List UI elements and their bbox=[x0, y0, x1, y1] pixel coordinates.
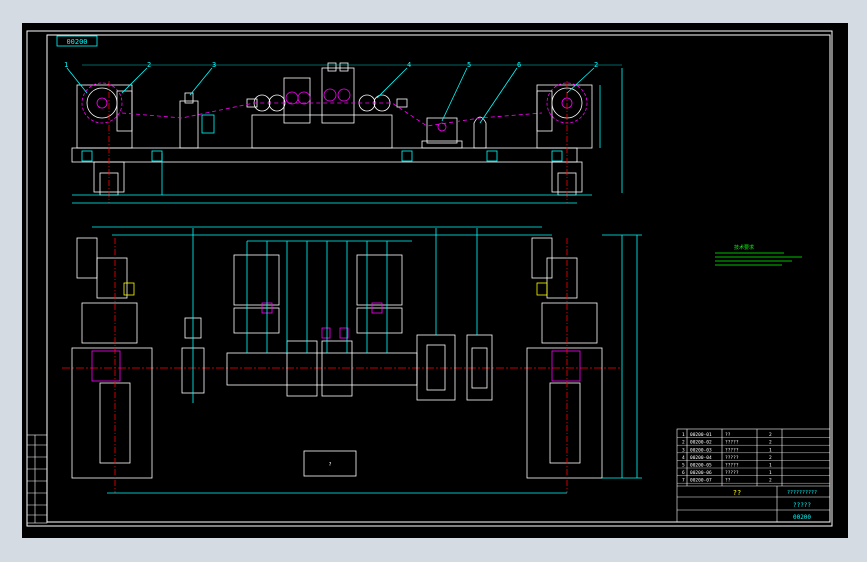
parts-row-code: 00200-06 bbox=[690, 470, 712, 476]
tech-notes-lines bbox=[715, 252, 802, 266]
cad-viewport[interactable]: 00200 1 2 3 4 5 6 2 ? 技术要求 1 00200-01 ??… bbox=[22, 23, 848, 538]
parts-row-name: ????? bbox=[725, 455, 739, 461]
elevation-view bbox=[66, 62, 623, 204]
parts-row-qty: 2 bbox=[769, 478, 772, 484]
title-small: ?????????? bbox=[787, 490, 817, 496]
center-box-label: ? bbox=[328, 462, 331, 468]
parts-row-name: ?? bbox=[725, 478, 731, 484]
parts-row-qty: 1 bbox=[769, 463, 772, 469]
balloon-5: 5 bbox=[467, 61, 471, 69]
parts-row-no: 3 bbox=[682, 447, 685, 453]
parts-row-name: ????? bbox=[725, 440, 739, 446]
balloon-1: 1 bbox=[64, 61, 68, 69]
parts-list: 1 00200-01?? 22 00200-02????? 23 00200-03????… bbox=[677, 432, 830, 484]
balloon-4: 4 bbox=[407, 61, 411, 69]
parts-row-no: 4 bbox=[682, 455, 685, 461]
inner-frame bbox=[46, 34, 831, 523]
parts-row-code: 00200-05 bbox=[690, 463, 712, 469]
parts-row-no: 6 bbox=[682, 470, 685, 476]
parts-row-qty: 1 bbox=[769, 470, 772, 476]
parts-row-no: 2 bbox=[682, 440, 685, 446]
title-main: ?? bbox=[733, 489, 741, 497]
plan-view bbox=[62, 226, 642, 494]
tech-title: 技术要求 bbox=[734, 244, 754, 251]
balloon-3: 3 bbox=[212, 61, 216, 69]
parts-row-name: ?? bbox=[725, 432, 731, 438]
parts-row-qty: 2 bbox=[769, 440, 772, 446]
title-sub: ????? bbox=[793, 502, 811, 509]
parts-row-name: ????? bbox=[725, 470, 739, 476]
parts-row-qty: 2 bbox=[769, 432, 772, 438]
parts-row-no: 1 bbox=[682, 432, 685, 438]
parts-row-qty: 1 bbox=[769, 447, 772, 453]
drawing-code-bottom: 00200 bbox=[793, 514, 811, 521]
parts-row-qty: 2 bbox=[769, 455, 772, 461]
parts-row-no: 7 bbox=[682, 478, 685, 484]
assembly-drawing: 00200 1 2 3 4 5 6 2 ? 技术要求 1 00200-01 ??… bbox=[26, 30, 833, 527]
drawing-code-top: 00200 bbox=[66, 38, 87, 46]
balloon-7: 2 bbox=[594, 61, 598, 69]
parts-row-code: 00200-04 bbox=[690, 455, 712, 461]
balloon-6: 6 bbox=[517, 61, 521, 69]
parts-row-code: 00200-02 bbox=[690, 440, 712, 446]
parts-row-code: 00200-03 bbox=[690, 447, 712, 453]
parts-row-name: ????? bbox=[725, 447, 739, 453]
balloon-2: 2 bbox=[147, 61, 151, 69]
parts-row-code: 00200-07 bbox=[690, 478, 712, 484]
parts-row-name: ????? bbox=[725, 463, 739, 469]
parts-row-no: 5 bbox=[682, 463, 685, 469]
left-side-table bbox=[26, 434, 48, 524]
parts-row-code: 00200-01 bbox=[690, 432, 712, 438]
